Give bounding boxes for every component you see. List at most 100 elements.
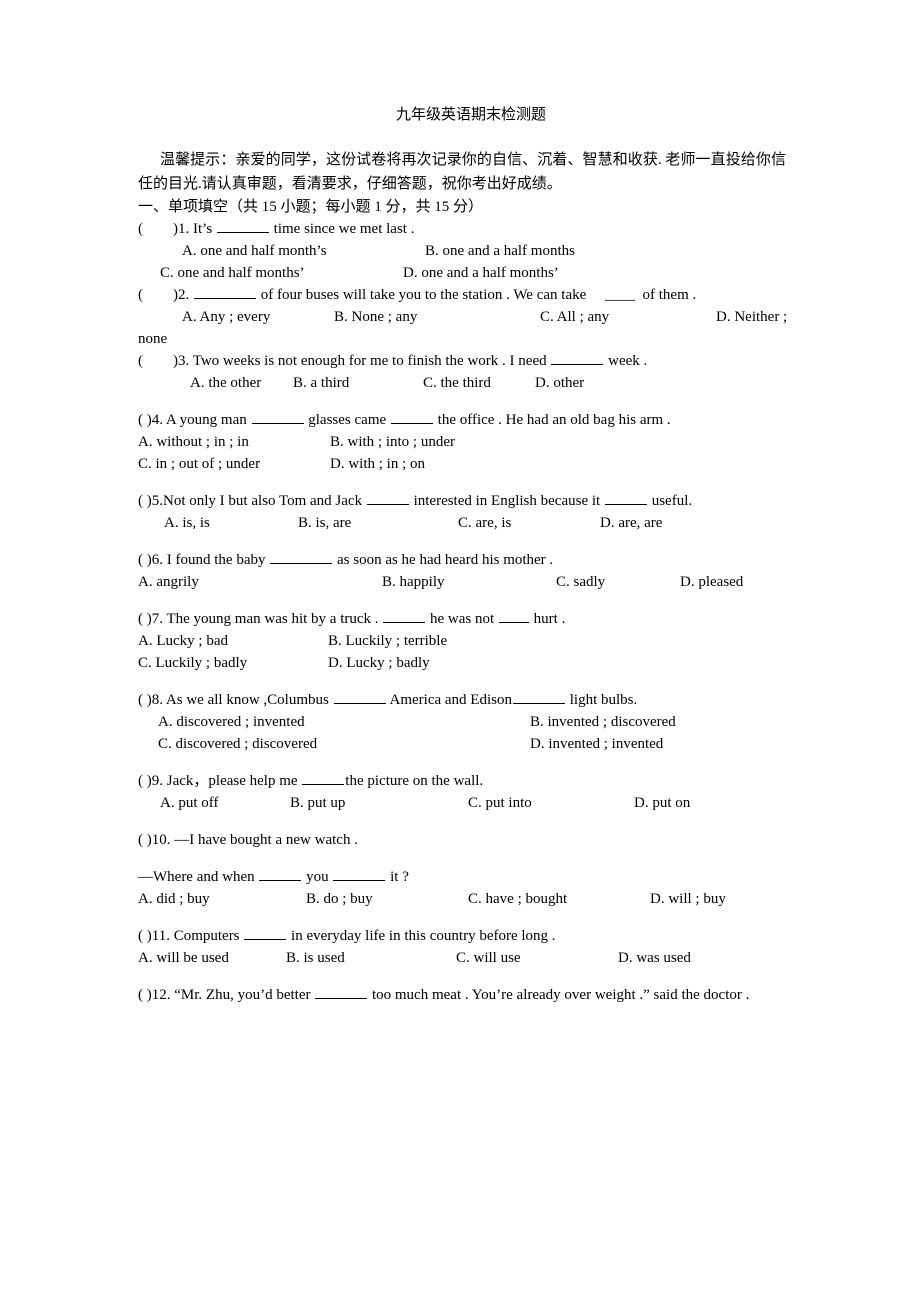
question-stem-2: ( )2. of four buses will take you to the… bbox=[138, 284, 786, 306]
fill-blank[interactable] bbox=[302, 772, 345, 785]
option-c-8[interactable]: C. discovered ; discovered bbox=[158, 733, 317, 755]
options-row-6: A. angrily B. happily C. sadly D. please… bbox=[138, 571, 786, 593]
fill-blank[interactable] bbox=[270, 551, 333, 564]
answer-bracket-2[interactable]: ( ) bbox=[138, 287, 178, 303]
answer-bracket-3[interactable]: ( ) bbox=[138, 353, 178, 369]
option-b-6[interactable]: B. happily bbox=[382, 571, 445, 593]
option-c-10[interactable]: C. have ; bought bbox=[468, 888, 567, 910]
option-d-1[interactable]: D. one and a half months’ bbox=[403, 262, 559, 284]
option-c-7[interactable]: C. Luckily ; badly bbox=[138, 652, 247, 674]
fill-blank[interactable] bbox=[498, 610, 529, 623]
answer-bracket-9[interactable]: ( ) bbox=[138, 773, 152, 789]
fill-blank[interactable] bbox=[244, 927, 287, 940]
option-d-8[interactable]: D. invented ; invented bbox=[530, 733, 663, 755]
fill-blank[interactable] bbox=[333, 691, 386, 704]
stem-text-12b: too much meat . You’re already over weig… bbox=[368, 987, 750, 1003]
option-d-11[interactable]: D. was used bbox=[618, 947, 691, 969]
option-b-1[interactable]: B. one and a half months bbox=[425, 240, 575, 262]
fill-blank[interactable] bbox=[604, 492, 647, 505]
option-d-9[interactable]: D. put on bbox=[634, 792, 690, 814]
fill-blank[interactable] bbox=[390, 411, 433, 424]
fill-blank[interactable] bbox=[194, 286, 256, 299]
options-row-2a: A. Any ; every B. None ; any C. All ; an… bbox=[138, 306, 787, 328]
stem-text-4b: glasses came bbox=[304, 412, 390, 428]
fill-blank[interactable] bbox=[366, 492, 409, 505]
fill-blank[interactable] bbox=[551, 352, 604, 365]
option-b-4[interactable]: B. with ; into ; under bbox=[330, 431, 455, 453]
option-a-1[interactable]: A. one and half month’s bbox=[182, 240, 327, 262]
option-a-5[interactable]: A. is, is bbox=[164, 512, 210, 534]
answer-bracket-1[interactable]: ( ) bbox=[138, 221, 178, 237]
answer-bracket-7[interactable]: ( ) bbox=[138, 611, 152, 627]
option-b-3[interactable]: B. a third bbox=[293, 372, 349, 394]
option-a-11[interactable]: A. will be used bbox=[138, 947, 229, 969]
options-row-7a: A. Lucky ; bad B. Luckily ; terrible bbox=[138, 630, 786, 652]
option-d-6[interactable]: D. pleased bbox=[680, 571, 743, 593]
option-c-5[interactable]: C. are, is bbox=[458, 512, 511, 534]
stem-text-11a: 11. Computers bbox=[151, 928, 244, 944]
question-stem-8: ( )8. As we all know ,Columbus America a… bbox=[138, 689, 786, 711]
stem-text-8b: America and Edison bbox=[386, 692, 512, 708]
option-c-3[interactable]: C. the third bbox=[423, 372, 491, 394]
option-d-4[interactable]: D. with ; in ; on bbox=[330, 453, 425, 475]
stem-text-3a: 3. Two weeks is not enough for me to fin… bbox=[178, 353, 551, 369]
question-stem-10-line2: —Where and when you it ? bbox=[138, 866, 786, 888]
option-b-7[interactable]: B. Luckily ; terrible bbox=[328, 630, 447, 652]
option-a-10[interactable]: A. did ; buy bbox=[138, 888, 210, 910]
options-row-9: A. put off B. put up C. put into D. put … bbox=[138, 792, 786, 814]
answer-bracket-4[interactable]: ( ) bbox=[138, 412, 152, 428]
stem-text-12a: 12. “Mr. Zhu, you’d better bbox=[151, 987, 315, 1003]
options-row-4b: C. in ; out of ; under D. with ; in ; on bbox=[138, 453, 786, 475]
option-d-2[interactable]: D. Neither ; bbox=[716, 306, 787, 328]
answer-bracket-10[interactable]: ( ) bbox=[138, 832, 152, 848]
stem-text-7a: 7. The young man was hit by a truck . bbox=[151, 611, 383, 627]
option-a-3[interactable]: A. the other bbox=[190, 372, 261, 394]
fill-blank[interactable] bbox=[251, 411, 304, 424]
option-d-5[interactable]: D. are, are bbox=[600, 512, 662, 534]
answer-bracket-5[interactable]: ( ) bbox=[138, 493, 152, 509]
option-c-4[interactable]: C. in ; out of ; under bbox=[138, 453, 260, 475]
option-a-9[interactable]: A. put off bbox=[160, 792, 218, 814]
stem-text-11b: in everyday life in this country before … bbox=[287, 928, 556, 944]
option-d-7[interactable]: D. Lucky ; badly bbox=[328, 652, 430, 674]
option-b-9[interactable]: B. put up bbox=[290, 792, 345, 814]
answer-bracket-12[interactable]: ( ) bbox=[138, 987, 152, 1003]
option-a-8[interactable]: A. discovered ; invented bbox=[158, 711, 305, 733]
option-b-11[interactable]: B. is used bbox=[286, 947, 345, 969]
stem-text-4a: 4. A young man bbox=[151, 412, 251, 428]
fill-blank[interactable] bbox=[383, 610, 426, 623]
stem-text-2a: 2. bbox=[178, 287, 193, 303]
option-c-2[interactable]: C. All ; any bbox=[540, 306, 609, 328]
stem-text-5b: interested in English because it bbox=[409, 493, 604, 509]
option-b-10[interactable]: B. do ; buy bbox=[306, 888, 373, 910]
option-c-1[interactable]: C. one and half months’ bbox=[160, 262, 305, 284]
option-d-10[interactable]: D. will ; buy bbox=[650, 888, 726, 910]
options-row-1a: A. one and half month’s B. one and a hal… bbox=[138, 240, 786, 262]
option-c-6[interactable]: C. sadly bbox=[556, 571, 605, 593]
option-a-4[interactable]: A. without ; in ; in bbox=[138, 431, 249, 453]
option-c-11[interactable]: C. will use bbox=[456, 947, 521, 969]
options-row-11: A. will be used B. is used C. will use D… bbox=[138, 947, 786, 969]
options-row-10: A. did ; buy B. do ; buy C. have ; bough… bbox=[138, 888, 786, 910]
answer-bracket-11[interactable]: ( ) bbox=[138, 928, 152, 944]
answer-bracket-6[interactable]: ( ) bbox=[138, 552, 152, 568]
option-c-9[interactable]: C. put into bbox=[468, 792, 532, 814]
option-b-5[interactable]: B. is, are bbox=[298, 512, 351, 534]
option-a-6[interactable]: A. angrily bbox=[138, 571, 199, 593]
question-stem-1: ( )1. It’s time since we met last . bbox=[138, 218, 786, 240]
option-b-8[interactable]: B. invented ; discovered bbox=[530, 711, 676, 733]
stem-text-6b: as soon as he had heard his mother . bbox=[333, 552, 554, 568]
fill-blank[interactable] bbox=[315, 986, 368, 999]
option-a-7[interactable]: A. Lucky ; bad bbox=[138, 630, 228, 652]
fill-blank[interactable] bbox=[512, 691, 565, 704]
fill-blank[interactable] bbox=[333, 868, 386, 881]
options-overflow-2: none bbox=[138, 331, 168, 347]
stem-text-5c: useful. bbox=[647, 493, 693, 509]
fill-blank[interactable] bbox=[259, 868, 302, 881]
fill-blank[interactable] bbox=[216, 220, 269, 233]
stem-text-9b: the picture on the wall. bbox=[345, 773, 484, 789]
option-d-3[interactable]: D. other bbox=[535, 372, 584, 394]
option-a-2[interactable]: A. Any ; every bbox=[182, 306, 270, 328]
answer-bracket-8[interactable]: ( ) bbox=[138, 692, 152, 708]
option-b-2[interactable]: B. None ; any bbox=[334, 306, 417, 328]
